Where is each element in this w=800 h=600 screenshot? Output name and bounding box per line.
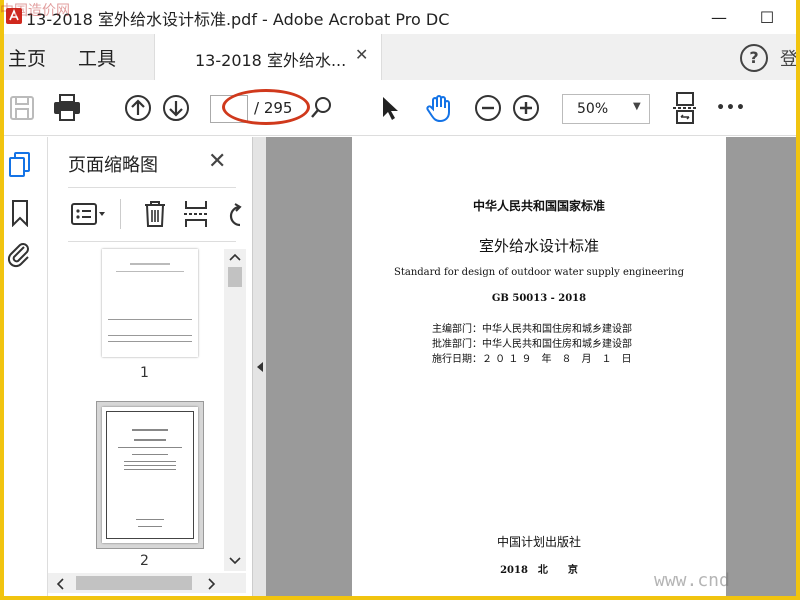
hand-icon: [426, 95, 450, 123]
thumbnail-horizontal-scrollbar[interactable]: [48, 573, 246, 593]
thumbnail-text-line: [118, 447, 182, 448]
watermark-top-left: 中国造价网: [0, 3, 70, 19]
chevron-up-icon[interactable]: [229, 253, 241, 261]
left-rail: [4, 137, 48, 596]
magnifier-icon: [311, 97, 331, 118]
thumbnail-vertical-scrollbar[interactable]: [224, 249, 246, 571]
doc-effective-date: 施行日期：２ ０ １ ９ 年 ８ 月 １ 日: [432, 354, 632, 365]
plus-circle-icon: [513, 95, 539, 121]
main-toolbar: / 295 50% ▼ •••: [4, 80, 796, 136]
page-thumbnails-icon[interactable]: [8, 151, 32, 179]
more-tools-button[interactable]: •••: [714, 92, 748, 124]
panel-divider: [68, 187, 236, 188]
thumbnail-text-line: [138, 526, 162, 527]
printer-icon: [54, 94, 80, 121]
trash-icon[interactable]: [142, 199, 168, 229]
thumbnail-page-label: 2: [140, 553, 149, 569]
tab-row: 主页 工具 13-2018 室外给水... ✕ ? 登: [4, 34, 796, 80]
toolbar-divider: [120, 199, 121, 229]
thumbnail-text-line: [132, 454, 168, 455]
red-annotation-ellipse: [222, 89, 310, 125]
doc-title-en: Standard for design of outdoor water sup…: [394, 267, 684, 278]
document-tab-label: 13-2018 室外给水...: [195, 51, 347, 70]
hand-tool-button[interactable]: [422, 92, 456, 124]
insert-page-icon[interactable]: [182, 199, 210, 229]
close-panel-icon[interactable]: ✕: [208, 149, 226, 174]
thumbnail-text-line: [134, 439, 166, 441]
thumbnail-page-label: 1: [140, 365, 149, 381]
doc-publisher: 中国计划出版社: [496, 535, 581, 549]
save-icon: [10, 96, 34, 120]
title-bar: 13-2018 室外给水设计标准.pdf - Adobe Acrobat Pro…: [4, 0, 796, 34]
collapse-panel-icon[interactable]: [256, 361, 264, 373]
chevron-right-icon[interactable]: [208, 578, 216, 590]
thumbnails-panel: 页面缩略图 ✕ 1 2: [48, 137, 252, 596]
thumbnail-text-line: [116, 271, 184, 272]
print-button[interactable]: [50, 92, 84, 124]
paperclip-icon[interactable]: [6, 241, 32, 269]
panel-splitter[interactable]: [252, 137, 266, 596]
watermark-bottom-right: www.cnd: [654, 570, 730, 591]
select-tool-button[interactable]: [376, 92, 404, 124]
minimize-icon: —: [711, 7, 727, 27]
panel-divider: [68, 241, 236, 242]
thumbnail-text-line: [108, 319, 192, 320]
next-page-button[interactable]: [160, 92, 192, 124]
minus-circle-icon: [475, 95, 501, 121]
close-tab-icon[interactable]: ✕: [355, 45, 368, 64]
acrobat-window: 13-2018 室外给水设计标准.pdf - Adobe Acrobat Pro…: [4, 0, 796, 596]
zoom-out-button[interactable]: [472, 92, 504, 124]
arrow-up-circle-icon: [125, 95, 151, 121]
zoom-select[interactable]: 50% ▼: [562, 94, 650, 124]
cursor-arrow-icon: [383, 97, 398, 120]
zoom-in-button[interactable]: [510, 92, 542, 124]
zoom-value: 50%: [577, 101, 609, 117]
doc-code: GB 50013 - 2018: [491, 293, 587, 304]
doc-issuer: 中华人民共和国国家标准: [472, 199, 605, 213]
thumbnail-text-line: [124, 461, 176, 462]
help-icon[interactable]: ?: [740, 44, 768, 72]
thumbnail-text-line: [130, 263, 170, 265]
tab-tools[interactable]: 工具: [78, 44, 116, 71]
thumbnail-text-line: [108, 335, 192, 336]
thumbnail-text-line: [124, 465, 176, 466]
scrollbar-thumb[interactable]: [76, 576, 192, 590]
chevron-down-icon[interactable]: [229, 557, 241, 565]
tab-document[interactable]: 13-2018 室外给水... ✕: [154, 34, 382, 80]
sign-in-button[interactable]: 登: [780, 45, 796, 71]
document-view[interactable]: 中华人民共和国国家标准 室外给水设计标准 Standard for design…: [266, 137, 796, 596]
pdf-page: 中华人民共和国国家标准 室外给水设计标准 Standard for design…: [352, 137, 726, 596]
chevron-down-icon: ▼: [633, 101, 641, 112]
thumbnail-toolbar: [48, 193, 252, 235]
save-button[interactable]: [6, 92, 38, 124]
maximize-icon: ☐: [759, 7, 775, 27]
thumbnail-text-line: [136, 519, 164, 520]
options-menu-icon[interactable]: [70, 201, 108, 227]
previous-page-button[interactable]: [122, 92, 154, 124]
thumbnail-text-line: [132, 429, 168, 431]
rotate-icon[interactable]: [226, 201, 242, 229]
chevron-left-icon[interactable]: [56, 578, 64, 590]
fit-page-icon: [673, 92, 697, 124]
window-title: 13-2018 室外给水设计标准.pdf - Adobe Acrobat Pro…: [26, 10, 450, 29]
page-thumbnail-2[interactable]: [102, 407, 198, 543]
thumbnail-text-line: [108, 341, 192, 342]
maximize-button[interactable]: ☐: [744, 0, 790, 34]
bookmark-icon[interactable]: [10, 199, 30, 227]
arrow-down-circle-icon: [163, 95, 189, 121]
page-thumbnail-1[interactable]: [102, 249, 198, 357]
doc-approve-dept: 批准部门：中华人民共和国住房和城乡建设部: [432, 339, 632, 350]
minimize-button[interactable]: —: [696, 0, 742, 34]
fit-page-button[interactable]: [668, 92, 702, 124]
panel-title: 页面缩略图: [68, 155, 158, 176]
find-button[interactable]: [308, 92, 334, 124]
doc-title-cn: 室外给水设计标准: [478, 237, 599, 255]
thumbnail-text-line: [124, 469, 176, 470]
doc-chief-dept: 主编部门：中华人民共和国住房和城乡建设部: [432, 324, 632, 335]
tab-home[interactable]: 主页: [8, 44, 46, 71]
scrollbar-thumb[interactable]: [228, 267, 242, 287]
